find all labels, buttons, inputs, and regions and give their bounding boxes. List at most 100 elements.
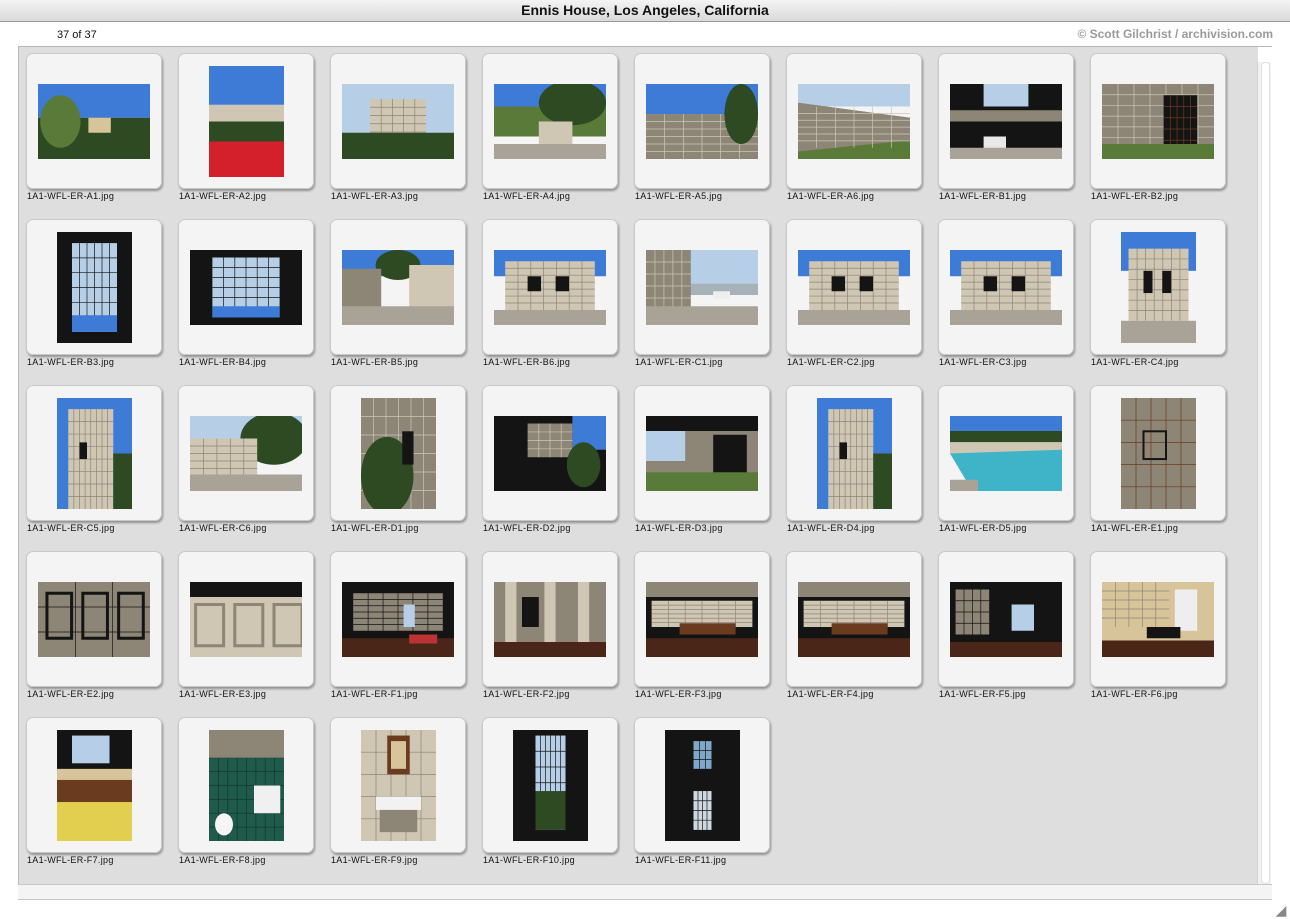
thumbnail-cell[interactable]: 1A1-WFL-ER-A3.jpg	[324, 47, 466, 209]
thumbnail-image[interactable]	[342, 83, 454, 159]
slide-frame[interactable]	[634, 717, 770, 853]
thumbnail-cell[interactable]: 1A1-WFL-ER-A5.jpg	[628, 47, 770, 209]
thumbnail-cell[interactable]: 1A1-WFL-ER-A6.jpg	[780, 47, 922, 209]
thumbnail-cell[interactable]: 1A1-WFL-ER-E2.jpg	[20, 545, 162, 707]
thumbnail-image[interactable]	[798, 83, 910, 159]
thumbnail-cell[interactable]: 1A1-WFL-ER-F4.jpg	[780, 545, 922, 707]
slide-frame[interactable]	[1090, 385, 1226, 521]
thumbnail-image[interactable]	[646, 249, 758, 325]
slide-frame[interactable]	[938, 219, 1074, 355]
thumbnail-cell[interactable]: 1A1-WFL-ER-F10.jpg	[476, 711, 618, 873]
slide-frame[interactable]	[786, 551, 922, 687]
thumbnail-image[interactable]	[950, 83, 1062, 159]
slide-frame[interactable]	[634, 53, 770, 189]
thumbnail-image[interactable]	[342, 249, 454, 325]
thumbnail-image[interactable]	[1120, 231, 1196, 343]
thumbnail-image[interactable]	[1120, 397, 1196, 509]
thumbnail-cell[interactable]: 1A1-WFL-ER-F1.jpg	[324, 545, 466, 707]
slide-frame[interactable]	[938, 551, 1074, 687]
thumbnail-cell[interactable]: 1A1-WFL-ER-F8.jpg	[172, 711, 314, 873]
thumbnail-image[interactable]	[664, 729, 740, 841]
thumbnail-cell[interactable]: 1A1-WFL-ER-B6.jpg	[476, 213, 618, 375]
slide-frame[interactable]	[482, 53, 618, 189]
thumbnail-image[interactable]	[190, 415, 302, 491]
thumbnail-image[interactable]	[1102, 581, 1214, 657]
vertical-scrollbar[interactable]	[1257, 62, 1271, 884]
thumbnail-cell[interactable]: 1A1-WFL-ER-B1.jpg	[932, 47, 1074, 209]
slide-frame[interactable]	[1090, 53, 1226, 189]
slide-frame[interactable]	[330, 219, 466, 355]
thumbnail-cell[interactable]: 1A1-WFL-ER-F3.jpg	[628, 545, 770, 707]
slide-frame[interactable]	[1090, 219, 1226, 355]
thumbnail-image[interactable]	[798, 581, 910, 657]
thumbnail-cell[interactable]: 1A1-WFL-ER-C6.jpg	[172, 379, 314, 541]
slide-frame[interactable]	[482, 717, 618, 853]
slide-frame[interactable]	[938, 385, 1074, 521]
thumbnail-cell[interactable]: 1A1-WFL-ER-D3.jpg	[628, 379, 770, 541]
thumbnail-image[interactable]	[816, 397, 892, 509]
thumbnail-image[interactable]	[56, 397, 132, 509]
slide-frame[interactable]	[634, 385, 770, 521]
slide-frame[interactable]	[330, 717, 466, 853]
thumbnail-cell[interactable]: 1A1-WFL-ER-B4.jpg	[172, 213, 314, 375]
slide-frame[interactable]	[26, 385, 162, 521]
thumbnail-image[interactable]	[208, 729, 284, 841]
slide-frame[interactable]	[330, 551, 466, 687]
thumbnail-cell[interactable]: 1A1-WFL-ER-D2.jpg	[476, 379, 618, 541]
thumbnail-cell[interactable]: 1A1-WFL-ER-F2.jpg	[476, 545, 618, 707]
slide-frame[interactable]	[26, 219, 162, 355]
slide-frame[interactable]	[178, 717, 314, 853]
slide-frame[interactable]	[178, 385, 314, 521]
thumbnail-cell[interactable]: 1A1-WFL-ER-A2.jpg	[172, 47, 314, 209]
thumbnail-cell[interactable]: 1A1-WFL-ER-D5.jpg	[932, 379, 1074, 541]
thumbnail-image[interactable]	[798, 249, 910, 325]
slide-frame[interactable]	[786, 53, 922, 189]
horizontal-scrollbar[interactable]	[18, 884, 1272, 900]
thumbnail-image[interactable]	[38, 581, 150, 657]
thumbnail-cell[interactable]: 1A1-WFL-ER-D1.jpg	[324, 379, 466, 541]
slide-frame[interactable]	[178, 551, 314, 687]
thumbnail-image[interactable]	[646, 581, 758, 657]
thumbnail-cell[interactable]: 1A1-WFL-ER-A4.jpg	[476, 47, 618, 209]
slide-frame[interactable]	[178, 219, 314, 355]
thumbnail-cell[interactable]: 1A1-WFL-ER-C2.jpg	[780, 213, 922, 375]
slide-frame[interactable]	[26, 551, 162, 687]
thumbnail-image[interactable]	[1102, 83, 1214, 159]
thumbnail-image[interactable]	[494, 249, 606, 325]
thumbnail-image[interactable]	[360, 729, 436, 841]
thumbnail-image[interactable]	[360, 397, 436, 509]
scroll-track[interactable]	[1261, 62, 1270, 884]
thumbnail-cell[interactable]: 1A1-WFL-ER-B5.jpg	[324, 213, 466, 375]
slide-frame[interactable]	[26, 53, 162, 189]
thumbnail-image[interactable]	[342, 581, 454, 657]
thumbnail-cell[interactable]: 1A1-WFL-ER-F6.jpg	[1084, 545, 1226, 707]
slide-frame[interactable]	[330, 385, 466, 521]
thumbnail-image[interactable]	[494, 415, 606, 491]
thumbnail-image[interactable]	[56, 231, 132, 343]
thumbnail-image[interactable]	[646, 83, 758, 159]
thumbnail-image[interactable]	[950, 249, 1062, 325]
thumbnail-image[interactable]	[494, 83, 606, 159]
thumbnail-image[interactable]	[56, 729, 132, 841]
thumbnail-cell[interactable]: 1A1-WFL-ER-F5.jpg	[932, 545, 1074, 707]
slide-frame[interactable]	[634, 219, 770, 355]
slide-frame[interactable]	[1090, 551, 1226, 687]
thumbnail-cell[interactable]: 1A1-WFL-ER-B2.jpg	[1084, 47, 1226, 209]
slide-frame[interactable]	[482, 385, 618, 521]
slide-frame[interactable]	[482, 551, 618, 687]
thumbnail-cell[interactable]: 1A1-WFL-ER-E3.jpg	[172, 545, 314, 707]
thumbnail-image[interactable]	[38, 83, 150, 159]
thumbnail-cell[interactable]: 1A1-WFL-ER-C3.jpg	[932, 213, 1074, 375]
slide-frame[interactable]	[938, 53, 1074, 189]
thumbnail-cell[interactable]: 1A1-WFL-ER-C1.jpg	[628, 213, 770, 375]
thumbnail-cell[interactable]: 1A1-WFL-ER-F9.jpg	[324, 711, 466, 873]
thumbnail-cell[interactable]: 1A1-WFL-ER-B3.jpg	[20, 213, 162, 375]
thumbnail-cell[interactable]: 1A1-WFL-ER-D4.jpg	[780, 379, 922, 541]
thumbnail-image[interactable]	[950, 415, 1062, 491]
thumbnail-cell[interactable]: 1A1-WFL-ER-E1.jpg	[1084, 379, 1226, 541]
thumbnail-image[interactable]	[190, 249, 302, 325]
thumbnail-image[interactable]	[646, 415, 758, 491]
resize-grip-icon[interactable]: ◢	[1274, 903, 1288, 917]
thumbnail-cell[interactable]: 1A1-WFL-ER-F11.jpg	[628, 711, 770, 873]
thumbnail-image[interactable]	[950, 581, 1062, 657]
